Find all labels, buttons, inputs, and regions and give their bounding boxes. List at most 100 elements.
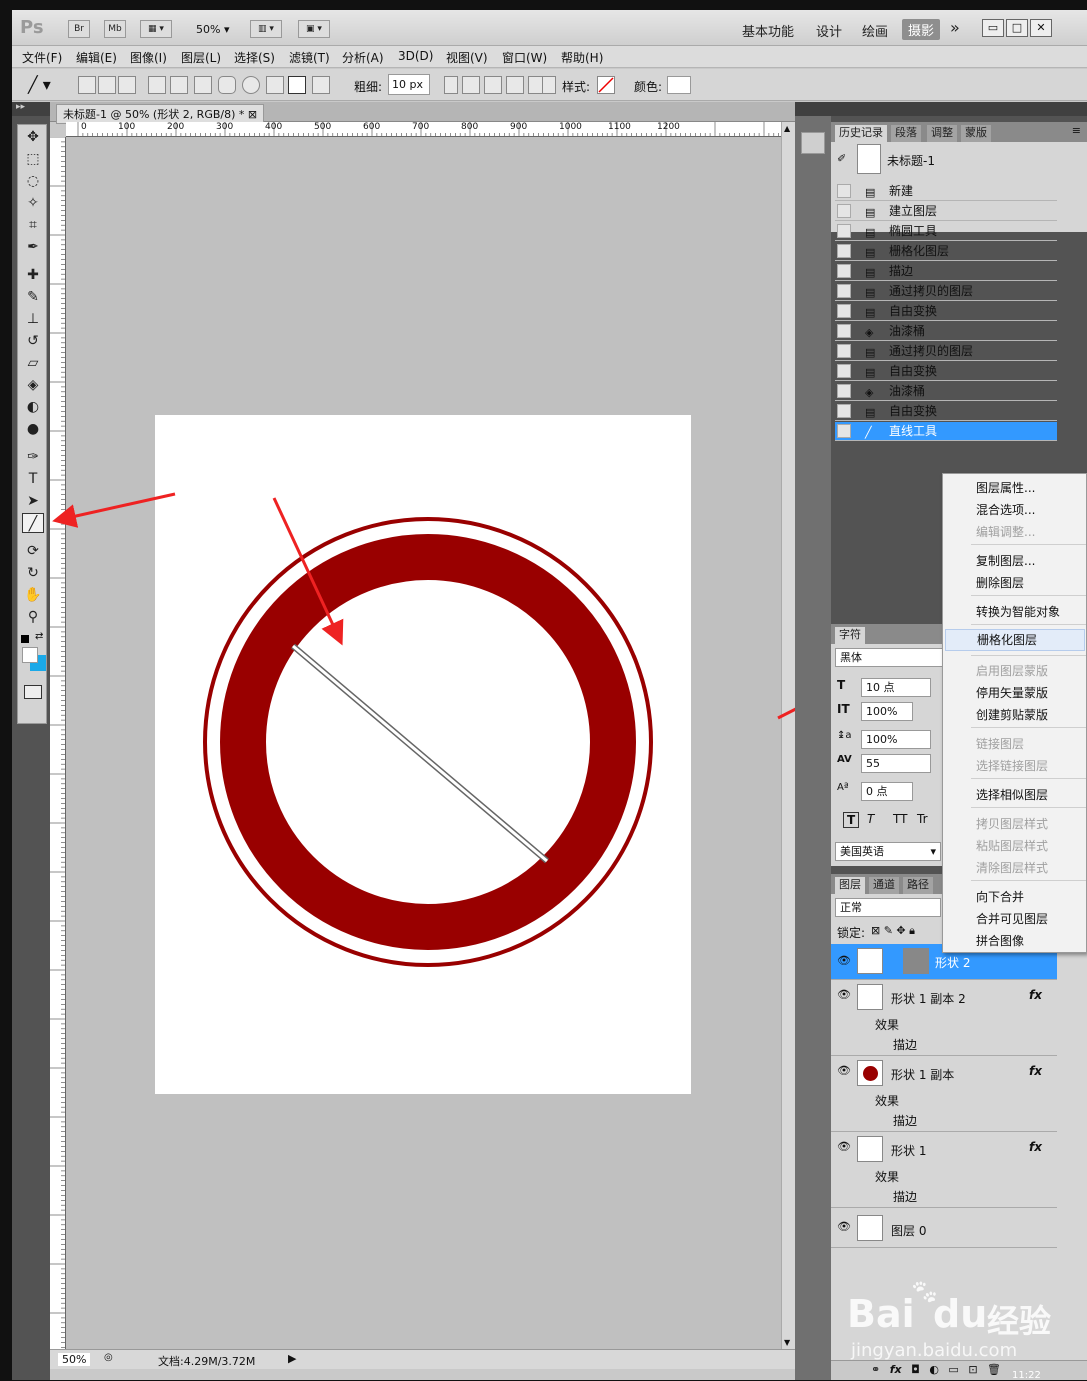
layer-row[interactable]: 👁︎ 形状 1 fx 效果 描边 (831, 1134, 1057, 1208)
lock-icons[interactable]: ⊠ ✎ ✥ 🔒︎ (871, 924, 915, 938)
history-item[interactable]: ▤ 自由变换 (835, 362, 1057, 381)
history-step-icon: ▤ (865, 186, 876, 199)
history-step-icon: ▤ (865, 286, 876, 299)
menu-item-select-similar-layers[interactable]: 选择相似图层 (976, 786, 1048, 803)
tab-layers[interactable]: 图层 (835, 877, 865, 894)
visibility-eye-icon[interactable]: 👁︎ (837, 1064, 851, 1077)
baidu-jingyan-watermark: Bai 🐾︎ du 经验 jingyan.baidu.com (847, 1278, 1087, 1362)
vertical-scale-icon: IT (837, 702, 850, 716)
panel-menu-icon[interactable]: ≡ (1072, 124, 1081, 137)
layer-thumbnail[interactable] (857, 1215, 883, 1241)
history-item[interactable]: ▤ 通过拷贝的图层 (835, 282, 1057, 301)
history-item[interactable]: ▤ 建立图层 (835, 202, 1057, 221)
layer-thumbnail[interactable] (857, 984, 883, 1010)
menu-item-merge-visible[interactable]: 合并可见图层 (976, 910, 1048, 927)
menu-separator (971, 544, 1086, 545)
tab-paths[interactable]: 路径 (903, 877, 933, 894)
history-panel-tabs: 历史记录 段落 调整 蒙版 ≡ (831, 122, 1087, 142)
dock-header (831, 102, 1087, 116)
blend-mode-select[interactable]: 正常 (835, 898, 941, 917)
history-item-selected[interactable]: ╱ 直线工具 (835, 422, 1057, 441)
tab-history[interactable]: 历史记录 (835, 125, 887, 142)
layer-name: 形状 1 (891, 1144, 927, 1158)
history-item[interactable]: ◈ 油漆桶 (835, 382, 1057, 401)
faux-bold-button[interactable]: T (843, 812, 860, 828)
link-layers-icon[interactable]: ⚭ (871, 1363, 880, 1376)
menu-item-paste-layer-style: 粘贴图层样式 (976, 839, 1049, 853)
tab-character[interactable]: 字符 (835, 627, 865, 644)
clock: 11:22 (1012, 1370, 1041, 1381)
history-item[interactable]: ▤ 栅格化图层 (835, 242, 1057, 261)
language-select[interactable]: 美国英语 ▾ (835, 842, 941, 861)
new-group-icon[interactable]: ▭ (948, 1363, 958, 1376)
history-item[interactable]: ▤ 描边 (835, 262, 1057, 281)
stroke-effect-label: 描边 (893, 1038, 918, 1052)
visibility-eye-icon[interactable]: 👁︎ (837, 988, 851, 1001)
layer-thumbnail[interactable] (857, 1060, 883, 1086)
tab-paragraph[interactable]: 段落 (891, 125, 921, 142)
arrow-to-line-tool (52, 492, 176, 528)
history-step-icon: ▤ (865, 246, 876, 259)
menu-item-delete-layer[interactable]: 删除图层 (976, 574, 1024, 591)
menu-item-layer-properties[interactable]: 图层属性... (976, 479, 1035, 496)
faux-italic-button[interactable]: T (867, 812, 874, 826)
all-caps-button[interactable]: TT (893, 812, 907, 826)
watermark-url: jingyan.baidu.com (851, 1340, 1018, 1361)
add-mask-icon[interactable]: ◘ (911, 1363, 920, 1376)
history-item[interactable]: ▤ 新建 (835, 182, 1057, 201)
menu-item-flatten-image[interactable]: 拼合图像 (976, 932, 1024, 949)
collapsed-panel-strip (795, 102, 831, 1380)
fx-icon[interactable]: fx (1029, 1140, 1042, 1154)
menu-item-blending-options[interactable]: 混合选项... (976, 501, 1035, 518)
tab-channels[interactable]: 通道 (869, 877, 899, 894)
fx-icon[interactable]: fx (1029, 1064, 1042, 1078)
visibility-eye-icon[interactable]: 👁︎ (837, 1140, 851, 1153)
layer-thumbnail[interactable] (857, 1136, 883, 1162)
layer-row[interactable]: 👁︎ 形状 1 副本 fx 效果 描边 (831, 1058, 1057, 1132)
layer-name: 形状 1 副本 (891, 1068, 955, 1082)
watermark-cn: 经验 (987, 1302, 1052, 1340)
font-size-input[interactable]: 10 点 (861, 678, 931, 697)
adjustment-layer-icon[interactable]: ◐ (929, 1363, 939, 1376)
lock-label: 锁定: (837, 926, 866, 940)
menu-separator (971, 655, 1086, 656)
leading-input[interactable]: 100% (861, 730, 931, 749)
history-item[interactable]: ▤ 通过拷贝的图层 (835, 342, 1057, 361)
fx-icon[interactable]: fx (1029, 988, 1042, 1002)
paint-bucket-icon: ◈ (865, 386, 874, 399)
tracking-input[interactable]: 55 (861, 754, 931, 773)
tab-masks[interactable]: 蒙版 (961, 125, 991, 142)
history-step-icon: ▤ (865, 406, 876, 419)
small-caps-button[interactable]: Tr (917, 812, 928, 826)
menu-item-disable-vector-mask[interactable]: 停用矢量蒙版 (976, 684, 1048, 701)
menu-item-clear-layer-style: 清除图层样式 (976, 861, 1049, 875)
layer-row[interactable]: 👁︎ 图层 0 (831, 1210, 1057, 1248)
menu-item-rasterize-layer[interactable]: 栅格化图层 (945, 629, 1085, 651)
vertical-scale-input[interactable]: 100% (861, 702, 913, 721)
delete-layer-icon[interactable]: 🗑︎ (987, 1363, 1001, 1376)
menu-item-create-clipping-mask[interactable]: 创建剪贴蒙版 (976, 706, 1048, 723)
visibility-eye-icon[interactable]: 👁︎ (837, 1220, 851, 1233)
history-panel-icon[interactable] (801, 132, 825, 154)
history-item[interactable]: ◈ 油漆桶 (835, 322, 1057, 341)
layer-row[interactable]: 👁︎ 形状 1 副本 2 fx 效果 描边 (831, 982, 1057, 1056)
vector-mask-thumbnail[interactable] (903, 948, 929, 974)
chevron-down-icon: ▾ (930, 845, 936, 858)
history-item[interactable]: ▤ 自由变换 (835, 302, 1057, 321)
effects-label: 效果 (875, 1170, 900, 1184)
menu-item-merge-down[interactable]: 向下合并 (976, 888, 1024, 905)
baseline-input[interactable]: 0 点 (861, 782, 913, 801)
menu-separator (971, 624, 1086, 625)
tab-adjustments[interactable]: 调整 (927, 125, 957, 142)
visibility-eye-icon[interactable]: 👁︎ (837, 954, 851, 967)
history-item[interactable]: ▤ 自由变换 (835, 402, 1057, 421)
layer-fill-thumbnail[interactable] (857, 948, 883, 974)
add-style-icon[interactable]: fx (890, 1363, 902, 1376)
menu-item-copy-layer-style: 拷贝图层样式 (976, 817, 1049, 831)
menu-item-convert-smart-object[interactable]: 转换为智能对象 (976, 603, 1060, 620)
new-layer-icon[interactable]: ⊡ (968, 1363, 977, 1376)
history-item[interactable]: ▤ 椭圆工具 (835, 222, 1057, 241)
paint-bucket-icon: ◈ (865, 326, 874, 339)
font-size-icon: T (837, 678, 846, 692)
menu-item-duplicate-layer[interactable]: 复制图层... (976, 552, 1035, 569)
